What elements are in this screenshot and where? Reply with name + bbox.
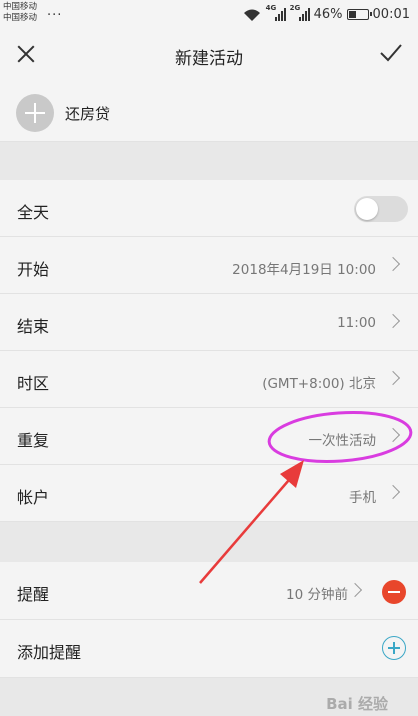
timezone-label: 时区 — [17, 374, 50, 393]
add-reminder-label: 添加提醒 — [17, 643, 82, 662]
timezone-row[interactable]: 时区 (GMT+8:00) 北京 — [0, 351, 418, 408]
chevron-right-icon — [385, 313, 401, 329]
repeat-row[interactable]: 重复 一次性活动 — [0, 408, 418, 465]
status-bar: 中国移动 中国移动 ... 4G 2G 46% 00:01 — [0, 0, 418, 28]
repeat-label: 重复 — [17, 431, 50, 450]
reminder-row[interactable]: 提醒 10 分钟前 — [0, 562, 418, 620]
plus-icon[interactable] — [16, 94, 54, 132]
chevron-right-icon — [385, 484, 401, 500]
chevron-right-icon — [347, 582, 363, 598]
check-icon[interactable] — [378, 40, 404, 66]
wifi-icon — [243, 9, 260, 21]
timezone-value: (GMT+8:00) 北京 — [262, 376, 376, 392]
cellular-signal-icon: 4G — [266, 4, 286, 22]
plus-circle-icon[interactable] — [382, 636, 406, 660]
start-value: 2018年4月19日 10:00 — [232, 262, 376, 278]
watermark: Bai 经验 — [326, 695, 388, 713]
start-label: 开始 — [17, 260, 50, 279]
battery-icon — [346, 8, 372, 20]
chevron-right-icon — [385, 427, 401, 443]
carrier-label-2: 中国移动 — [3, 13, 38, 23]
account-value: 手机 — [349, 490, 376, 506]
page-title: 新建活动 — [175, 49, 243, 69]
battery-percent: 46% — [313, 6, 343, 22]
title-bar: 新建活动 — [0, 28, 418, 82]
end-value: 11:00 — [337, 315, 376, 331]
reminder-value: 10 分钟前 — [286, 587, 348, 603]
carrier-label-1: 中国移动 — [3, 2, 38, 12]
more-notifications-icon: ... — [47, 4, 63, 19]
account-row[interactable]: 帐户 手机 — [0, 465, 418, 522]
clock: 00:01 — [372, 6, 410, 22]
cellular-signal-icon: 2G — [290, 4, 310, 22]
event-title-row[interactable]: 还房贷 — [0, 82, 418, 142]
end-time-row[interactable]: 结束 11:00 — [0, 294, 418, 351]
minus-circle-icon[interactable] — [382, 580, 406, 604]
end-label: 结束 — [17, 317, 50, 336]
section-divider — [0, 522, 418, 562]
event-title[interactable]: 还房贷 — [65, 103, 110, 124]
reminder-label: 提醒 — [17, 585, 50, 604]
section-divider — [0, 142, 418, 180]
all-day-toggle[interactable] — [354, 196, 408, 222]
chevron-right-icon — [385, 256, 401, 272]
add-reminder-row[interactable]: 添加提醒 — [0, 620, 418, 678]
account-label: 帐户 — [17, 488, 50, 507]
all-day-label: 全天 — [17, 203, 50, 222]
status-icons: 4G 2G 46% 00:01 — [242, 4, 410, 23]
all-day-row[interactable]: 全天 — [0, 180, 418, 237]
chevron-right-icon — [385, 370, 401, 386]
start-time-row[interactable]: 开始 2018年4月19日 10:00 — [0, 237, 418, 294]
repeat-value: 一次性活动 — [308, 433, 377, 449]
